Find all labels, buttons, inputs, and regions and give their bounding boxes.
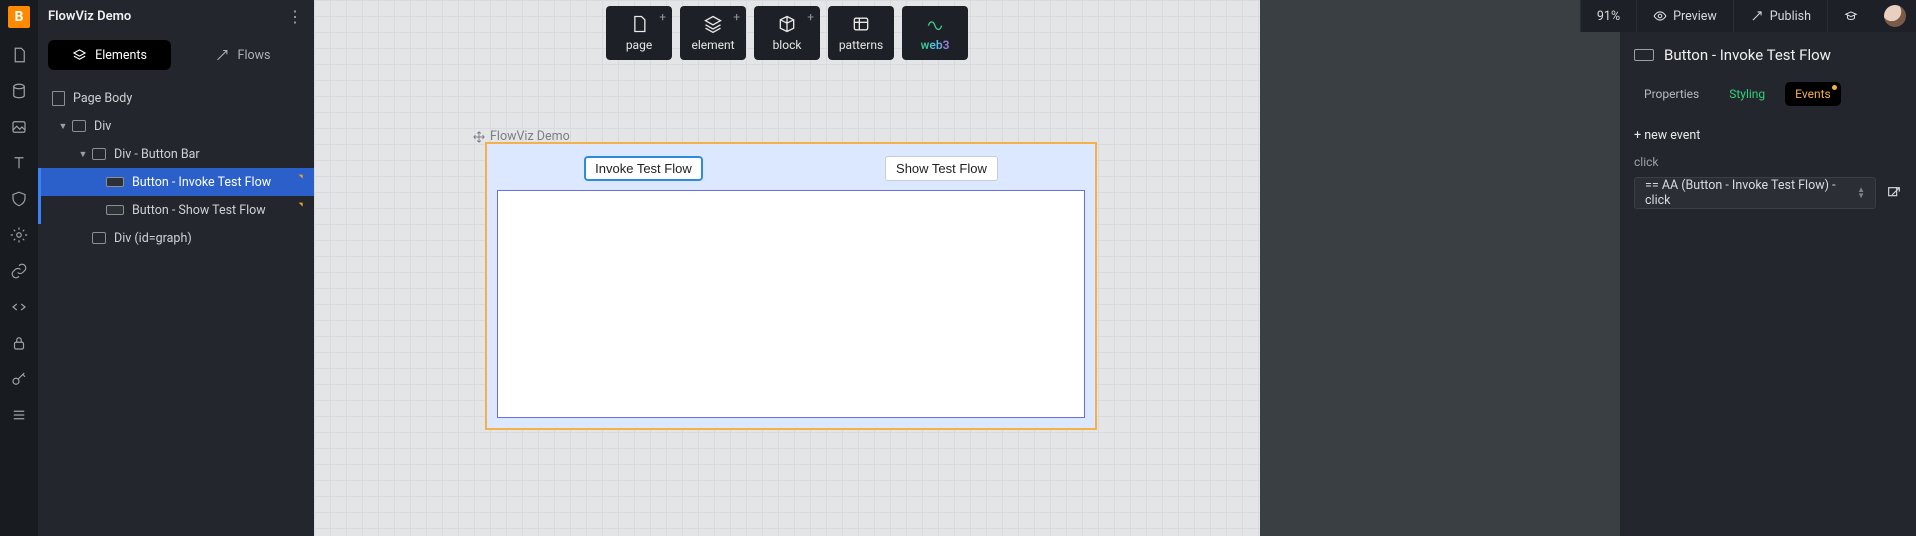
preview-button[interactable]: Preview: [1636, 0, 1733, 32]
tree-div[interactable]: ▼ Div: [38, 112, 314, 140]
tree-page-body-label: Page Body: [73, 91, 132, 106]
text-icon[interactable]: [10, 154, 28, 172]
database-icon[interactable]: [10, 82, 28, 100]
canvas-toolbar: + page + element + block patterns web3: [606, 6, 968, 60]
open-external-icon[interactable]: [1886, 185, 1902, 201]
publish-icon: [1750, 9, 1764, 23]
div-icon: [92, 148, 106, 160]
div-icon: [92, 232, 106, 244]
tree-button-bar-label: Div - Button Bar: [114, 147, 200, 162]
add-event-button[interactable]: + new event: [1634, 128, 1902, 143]
app-logo[interactable]: B: [8, 6, 30, 28]
stepper-icon[interactable]: ▲▼: [1857, 187, 1865, 199]
left-panel-header: FlowViz Demo ⋮: [38, 0, 314, 32]
publish-button[interactable]: Publish: [1733, 0, 1827, 32]
show-test-flow-button[interactable]: Show Test Flow: [885, 156, 998, 181]
toolbar-patterns[interactable]: patterns: [828, 6, 894, 60]
button-icon: [106, 205, 124, 215]
tree-btn-invoke-label: Button - Invoke Test Flow: [132, 175, 271, 190]
event-row[interactable]: == AA (Button - Invoke Test Flow) - clic…: [1634, 177, 1876, 209]
page-icon[interactable]: [10, 46, 28, 64]
tree-btn-show-label: Button - Show Test Flow: [132, 203, 266, 218]
tab-elements-label: Elements: [95, 48, 147, 63]
tab-properties[interactable]: Properties: [1634, 82, 1709, 106]
invoke-test-flow-button[interactable]: Invoke Test Flow: [584, 156, 703, 181]
graph-container[interactable]: [497, 190, 1085, 418]
div-icon: [72, 120, 86, 132]
settings-icon[interactable]: [10, 226, 28, 244]
tab-flows[interactable]: Flows: [181, 40, 304, 70]
publish-label: Publish: [1770, 9, 1811, 24]
list-icon[interactable]: [10, 406, 28, 424]
zoom-value: 91%: [1597, 9, 1620, 24]
tree-btn-show[interactable]: Button - Show Test Flow: [38, 196, 314, 224]
tree-div-graph-label: Div (id=graph): [114, 231, 192, 246]
event-kind-label: click: [1634, 155, 1902, 169]
toolbar-element[interactable]: + element: [680, 6, 746, 60]
key-icon[interactable]: [10, 370, 28, 388]
event-row-label: == AA (Button - Invoke Test Flow) - clic…: [1645, 178, 1857, 208]
toolbar-patterns-label: patterns: [839, 38, 883, 52]
button-icon: [1634, 49, 1654, 61]
grad-cap-icon: [1844, 9, 1858, 23]
right-panel-header: Button - Invoke Test Flow: [1620, 32, 1916, 74]
app-iconbar: B: [0, 0, 38, 536]
avatar[interactable]: [1884, 5, 1906, 27]
image-icon[interactable]: [10, 118, 28, 136]
top-right-bar: 91% Preview Publish: [1580, 0, 1916, 32]
artboard[interactable]: Invoke Test Flow Show Test Flow: [485, 142, 1097, 430]
tree-page-body[interactable]: Page Body: [38, 84, 314, 112]
tab-styling[interactable]: Styling: [1719, 82, 1775, 106]
toolbar-element-label: element: [691, 38, 734, 52]
tree-div-label: Div: [94, 119, 111, 134]
link-icon[interactable]: [10, 262, 28, 280]
flow-badge-icon: [290, 200, 306, 220]
tab-elements[interactable]: Elements: [48, 40, 171, 70]
code-icon[interactable]: [10, 298, 28, 316]
project-menu-button[interactable]: ⋮: [287, 7, 304, 26]
right-panel-title: Button - Invoke Test Flow: [1664, 46, 1831, 64]
right-panel: Button - Invoke Test Flow Properties Sty…: [1620, 32, 1916, 536]
button-bar: Invoke Test Flow Show Test Flow: [493, 150, 1089, 186]
canvas[interactable]: + page + element + block patterns web3 F…: [314, 0, 1260, 536]
eye-icon: [1653, 9, 1667, 23]
plus-icon: +: [659, 10, 666, 24]
project-title: FlowViz Demo: [48, 9, 287, 24]
learn-button[interactable]: [1827, 0, 1874, 32]
button-icon: [106, 177, 124, 187]
zoom-indicator[interactable]: 91%: [1580, 0, 1636, 32]
preview-label: Preview: [1673, 9, 1717, 24]
toolbar-web3[interactable]: web3: [902, 6, 968, 60]
element-tree: Page Body ▼ Div ▼ Div - Button Bar Butto…: [38, 80, 314, 256]
tab-events[interactable]: Events: [1785, 82, 1841, 106]
shield-icon[interactable]: [10, 190, 28, 208]
toolbar-page[interactable]: + page: [606, 6, 672, 60]
right-panel-tabs: Properties Styling Events: [1620, 74, 1916, 118]
plus-icon: +: [807, 10, 814, 24]
tree-btn-invoke[interactable]: Button - Invoke Test Flow: [38, 168, 314, 196]
lock-icon[interactable]: [10, 334, 28, 352]
left-panel-tabs: Elements Flows: [38, 32, 314, 80]
page-body-icon: [52, 91, 65, 106]
tree-button-bar[interactable]: ▼ Div - Button Bar: [38, 140, 314, 168]
caret-icon[interactable]: ▼: [78, 149, 88, 160]
tree-div-graph[interactable]: Div (id=graph): [38, 224, 314, 252]
flow-badge-icon: [290, 172, 306, 192]
plus-icon: +: [733, 10, 740, 24]
right-panel-body: + new event click == AA (Button - Invoke…: [1620, 118, 1916, 213]
tab-flows-label: Flows: [238, 48, 271, 63]
toolbar-block-label: block: [773, 38, 802, 52]
move-icon: [472, 130, 486, 144]
toolbar-web3-label: web3: [921, 38, 950, 52]
caret-icon[interactable]: ▼: [58, 121, 68, 132]
toolbar-page-label: page: [626, 38, 652, 52]
left-panel: FlowViz Demo ⋮ Elements Flows Page Body …: [38, 0, 314, 536]
toolbar-block[interactable]: + block: [754, 6, 820, 60]
